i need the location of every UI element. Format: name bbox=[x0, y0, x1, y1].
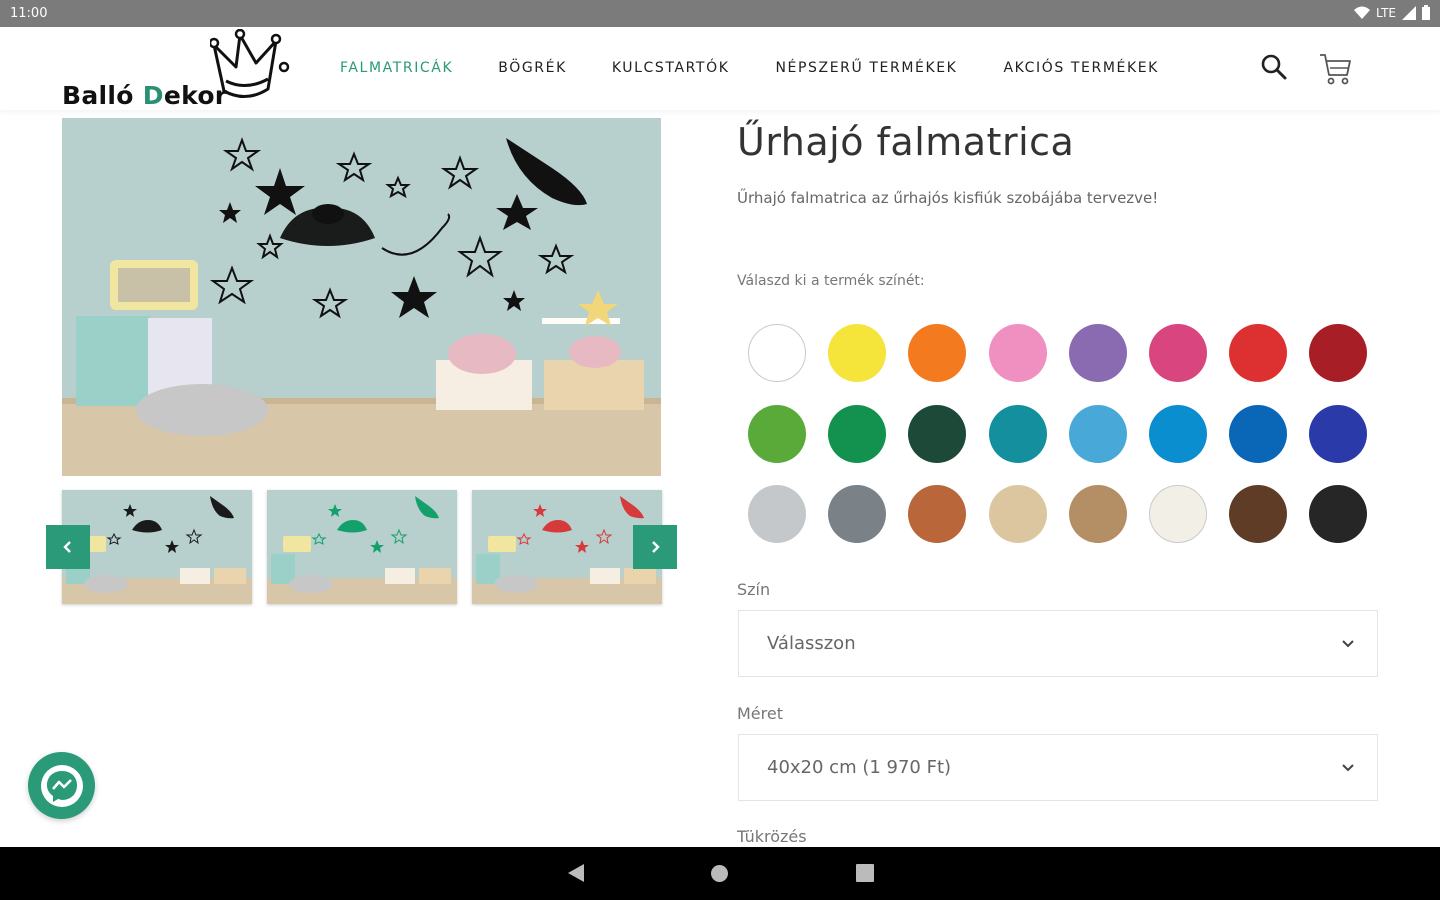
home-icon[interactable] bbox=[710, 864, 729, 883]
brand-name-part: Balló bbox=[62, 81, 143, 110]
thumbnail-strip bbox=[46, 490, 677, 606]
color-swatch[interactable] bbox=[748, 485, 806, 543]
color-prompt: Válaszd ki a termék színét: bbox=[737, 273, 925, 289]
color-swatch[interactable] bbox=[1149, 485, 1207, 543]
color-swatch[interactable] bbox=[1068, 404, 1127, 463]
color-swatch[interactable] bbox=[1309, 404, 1368, 463]
color-swatch[interactable] bbox=[748, 404, 806, 463]
product-main-image[interactable] bbox=[62, 118, 661, 476]
nav-item-5[interactable]: AKCIÓS TERMÉKEK bbox=[1003, 60, 1159, 76]
status-time: 11:00 bbox=[10, 6, 48, 21]
status-icons: LTE bbox=[1354, 5, 1430, 20]
color-swatch[interactable] bbox=[1068, 324, 1127, 382]
brand-name-part: ekor bbox=[163, 81, 228, 110]
messenger-chat-button[interactable] bbox=[28, 752, 95, 819]
status-bar: 11:00 LTE bbox=[0, 0, 1440, 27]
nav-item-3[interactable]: KULCSTARTÓK bbox=[612, 60, 730, 76]
color-swatch[interactable] bbox=[908, 404, 967, 463]
chevron-left-icon bbox=[63, 541, 71, 553]
color-swatch[interactable] bbox=[988, 324, 1047, 382]
color-swatch[interactable] bbox=[1149, 324, 1207, 382]
size-select[interactable]: 40x20 cm (1 970 Ft) bbox=[738, 734, 1378, 801]
color-swatch[interactable] bbox=[1229, 324, 1288, 382]
battery-icon bbox=[1422, 5, 1430, 20]
color-swatch[interactable] bbox=[988, 485, 1047, 543]
color-swatch[interactable] bbox=[1229, 485, 1288, 543]
mirror-field-label: Tükrözés bbox=[737, 827, 807, 846]
thumbnail-prev-button[interactable] bbox=[46, 525, 90, 569]
product-scene-image bbox=[62, 118, 661, 476]
chevron-down-icon bbox=[1342, 764, 1354, 772]
chevron-down-icon bbox=[1342, 640, 1354, 648]
color-swatch[interactable] bbox=[1229, 404, 1288, 463]
color-select-value: Válasszon bbox=[767, 633, 856, 654]
color-swatch[interactable] bbox=[828, 485, 887, 543]
product-description: Űrhajó falmatrica az űrhajós kisfiúk szo… bbox=[737, 189, 1159, 207]
brand-name: Balló Dekor bbox=[62, 81, 227, 110]
brand-logo[interactable]: Balló Dekor bbox=[60, 29, 300, 111]
color-swatch[interactable] bbox=[1309, 324, 1368, 382]
messenger-icon bbox=[40, 764, 83, 807]
color-swatch[interactable] bbox=[908, 324, 967, 382]
size-field-label: Méret bbox=[737, 704, 783, 723]
chevron-right-icon bbox=[652, 541, 660, 553]
color-swatch[interactable] bbox=[1309, 485, 1368, 543]
wifi-icon bbox=[1354, 6, 1371, 19]
size-select-value: 40x20 cm (1 970 Ft) bbox=[767, 757, 952, 778]
nav-item-2[interactable]: BÖGRÉK bbox=[498, 60, 567, 76]
color-swatches bbox=[748, 324, 1388, 544]
thumbnail-black[interactable] bbox=[62, 490, 252, 604]
color-swatch[interactable] bbox=[988, 404, 1047, 463]
thumbnail-next-button[interactable] bbox=[633, 525, 677, 569]
recents-icon[interactable] bbox=[856, 864, 874, 882]
system-nav-bar bbox=[0, 847, 1440, 900]
color-swatch[interactable] bbox=[908, 485, 967, 543]
nav-item-1[interactable]: FALMATRICÁK bbox=[340, 60, 453, 76]
color-swatch[interactable] bbox=[828, 404, 887, 463]
signal-icon bbox=[1402, 5, 1416, 20]
color-swatch[interactable] bbox=[748, 324, 806, 382]
color-swatch[interactable] bbox=[1149, 404, 1207, 463]
nav-item-4[interactable]: NÉPSZERŰ TERMÉKEK bbox=[775, 60, 957, 76]
site-header: Balló Dekor FALMATRICÁK BÖGRÉK KULCSTARTÓK… bbox=[0, 27, 1440, 110]
color-field-label: Szín bbox=[737, 580, 771, 599]
color-swatch[interactable] bbox=[1068, 485, 1127, 543]
color-swatch[interactable] bbox=[828, 324, 887, 382]
color-select[interactable]: Válasszon bbox=[738, 610, 1378, 677]
main-nav: FALMATRICÁK BÖGRÉK KULCSTARTÓK NÉPSZERŰ TER… bbox=[340, 60, 1159, 76]
cart-icon[interactable] bbox=[1318, 51, 1354, 92]
thumbnail-green[interactable] bbox=[267, 490, 457, 604]
network-type: LTE bbox=[1376, 5, 1396, 20]
back-icon[interactable] bbox=[566, 862, 586, 884]
search-icon[interactable] bbox=[1260, 53, 1288, 86]
product-title: Űrhajó falmatrica bbox=[737, 120, 1075, 164]
brand-name-accent: D bbox=[142, 81, 164, 110]
